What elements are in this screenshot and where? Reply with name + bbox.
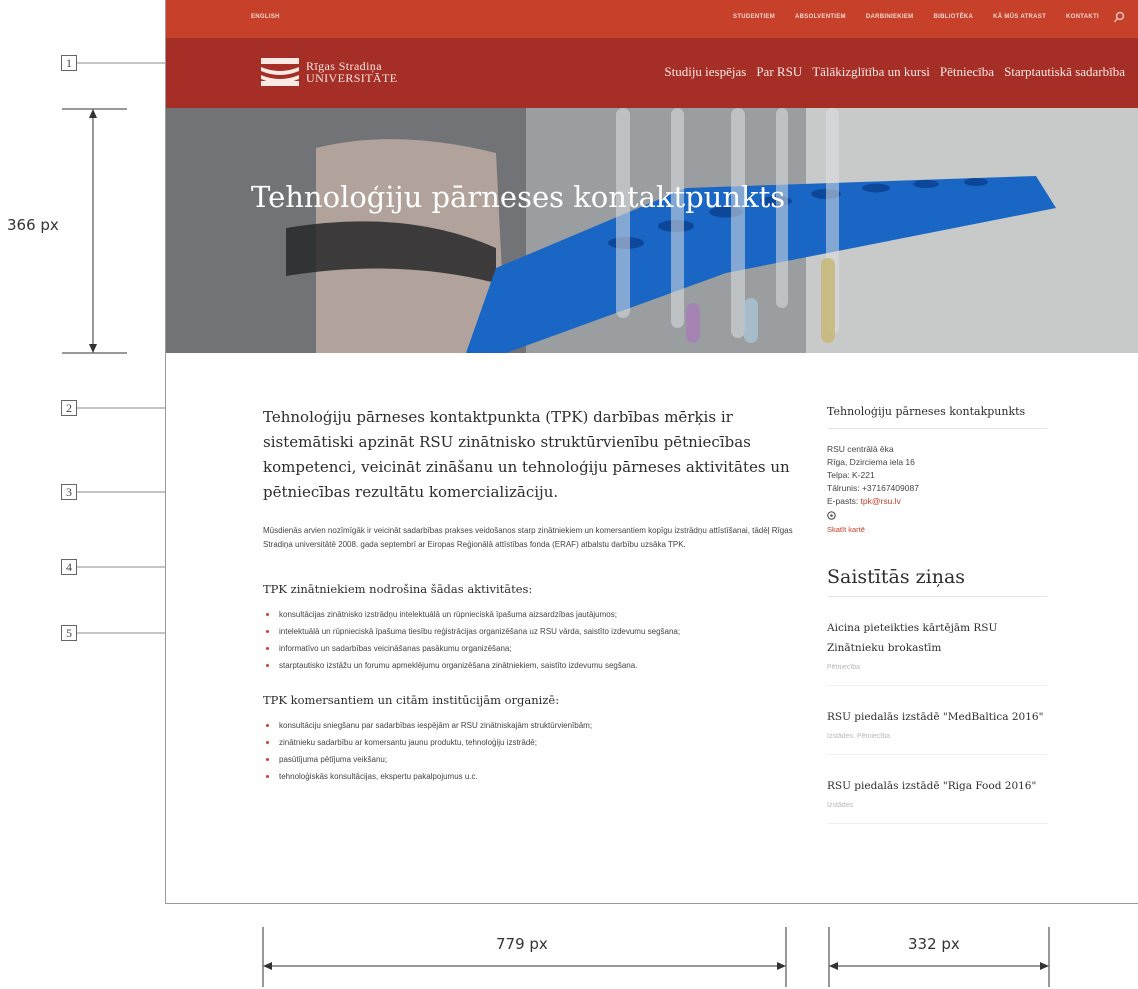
bullet-icon (266, 613, 269, 616)
content-width-label: 779 px (496, 935, 548, 953)
lead-paragraph: Tehnoloģiju pārneses kontaktpunkta (TPK)… (263, 408, 790, 501)
nav-item-international[interactable]: Starptautiskā sadarbība (1004, 64, 1125, 80)
news-item[interactable]: Aicina pieteikties kārtējām RSU Zinātnie… (827, 618, 1047, 686)
list-item: intelektuālā un rūpnieciskā īpašuma ties… (263, 627, 808, 637)
list-item: konsultācijas zinātnisko izstrādņu intel… (263, 610, 808, 620)
email-label: E-pasts: (827, 496, 861, 506)
search-icon[interactable] (1113, 11, 1125, 23)
utility-bar: ENGLISH STUDENTIEM ABSOLVENTIEM DARBINIE… (166, 0, 1138, 38)
utility-link-students[interactable]: STUDENTIEM (733, 14, 775, 20)
news-item[interactable]: RSU piedalās izstādē "MedBaltica 2016" I… (827, 707, 1047, 755)
view-map-link[interactable]: Skatīt kartē (827, 523, 1047, 536)
news-title[interactable]: Aicina pieteikties kārtējām RSU Zinātnie… (827, 618, 1047, 658)
callout-4: 4 (61, 559, 77, 575)
contact-phone: Tālrunis: +37167409087 (827, 483, 919, 493)
bullet-icon (266, 647, 269, 650)
list-item: pasūtījuma pētījuma veikšanu; (263, 755, 808, 765)
utility-link-contacts[interactable]: KONTAKTI (1066, 14, 1099, 20)
nav-item-study[interactable]: Studiju iespējas (664, 64, 746, 80)
businesses-list: konsultāciju sniegšanu par sadarbības ie… (263, 721, 808, 782)
hero-height-label: 366 px (7, 216, 59, 234)
contact-info: RSU centrālā ēka Rīga, Dzirciema iela 16… (827, 443, 1047, 536)
page-title: Tehnoloģiju pārneses kontaktpunkts (251, 180, 786, 214)
main-content: Tehnoloģiju pārneses kontaktpunkta (TPK)… (263, 405, 808, 789)
news-category: Izstādes (827, 802, 1047, 824)
utility-link-alumni[interactable]: ABSOLVENTIEM (795, 14, 846, 20)
nav-item-about[interactable]: Par RSU (756, 64, 802, 80)
section-heading-scientists: TPK zinātniekiem nodrošina šādas aktivit… (263, 582, 533, 596)
callout-2: 2 (61, 400, 77, 416)
language-link[interactable]: ENGLISH (251, 14, 280, 20)
logo[interactable]: Rīgas Stradiņa UNIVERSITĀTE (261, 58, 397, 86)
list-item: zinātnieku sadarbību ar komersantu jaunu… (263, 738, 808, 748)
bullet-icon (266, 758, 269, 761)
contact-email-row: E-pasts: tpk@rsu.lv (827, 495, 1047, 508)
list-item: tehnoloģiskās konsultācijas, ekspertu pa… (263, 772, 808, 782)
news-category: Izstādes, Pētniecība (827, 733, 1047, 755)
bullet-icon (266, 775, 269, 778)
sidebar-width-label: 332 px (908, 935, 960, 953)
section-heading-businesses: TPK komersantiem un citām institūcijām o… (263, 693, 560, 707)
list-item: konsultāciju sniegšanu par sadarbības ie… (263, 721, 808, 731)
rsu-logo-icon (261, 58, 299, 86)
news-category: Pētniecība (827, 664, 1047, 686)
bullet-icon (266, 741, 269, 744)
news-title[interactable]: RSU piedalās izstādē "MedBaltica 2016" (827, 707, 1047, 727)
bullet-icon (266, 664, 269, 667)
utility-links: STUDENTIEM ABSOLVENTIEM DARBINIEKIEM BIB… (713, 11, 1125, 23)
contact-heading: Tehnoloģiju pārneses kontakpunkts (827, 405, 1047, 429)
news-title[interactable]: RSU piedalās izstādē "Riga Food 2016" (827, 776, 1047, 796)
callout-3: 3 (61, 484, 77, 500)
utility-link-staff[interactable]: DARBINIEKIEM (866, 14, 914, 20)
bullet-icon (266, 630, 269, 633)
email-link[interactable]: tpk@rsu.lv (861, 496, 901, 506)
related-news-heading: Saistītās ziņas (827, 566, 1047, 597)
hero-banner: Tehnoloģiju pārneses kontaktpunkts (166, 108, 1138, 353)
contact-building: RSU centrālā ēka (827, 444, 894, 454)
list-item: informatīvo un sadarbības veicināšanas p… (263, 644, 808, 654)
list-item: starptautisko izstāžu un forumu apmeklēj… (263, 661, 808, 671)
callout-1: 1 (61, 55, 77, 71)
logo-line-2: UNIVERSITĀTE (306, 71, 398, 85)
utility-link-library[interactable]: BIBLIOTĒKA (933, 14, 973, 20)
news-item[interactable]: RSU piedalās izstādē "Riga Food 2016" Iz… (827, 776, 1047, 824)
nav-item-courses[interactable]: Tālākizglītība un kursi (812, 64, 930, 80)
main-nav: Rīgas Stradiņa UNIVERSITĀTE Studiju iesp… (166, 38, 1138, 108)
contact-room: Telpa: K-221 (827, 470, 875, 480)
scientists-list: konsultācijas zinātnisko izstrādņu intel… (263, 610, 808, 671)
primary-menu: Studiju iespējas Par RSU Tālākizglītība … (654, 64, 1125, 80)
nav-item-research[interactable]: Pētniecība (940, 64, 994, 80)
callout-5: 5 (61, 625, 77, 641)
hero-lab-image (166, 108, 1138, 353)
sidebar: Tehnoloģiju pārneses kontakpunkts RSU ce… (827, 405, 1047, 824)
map-pin-icon (827, 511, 836, 520)
bullet-icon (266, 724, 269, 727)
utility-link-find-us[interactable]: KĀ MŪS ATRAST (993, 14, 1046, 20)
website-page: ENGLISH STUDENTIEM ABSOLVENTIEM DARBINIE… (165, 0, 1138, 904)
body-paragraph: Mūsdienās arvien nozīmīgāk ir veicināt s… (263, 526, 793, 549)
contact-address: Rīga, Dzirciema iela 16 (827, 457, 915, 467)
